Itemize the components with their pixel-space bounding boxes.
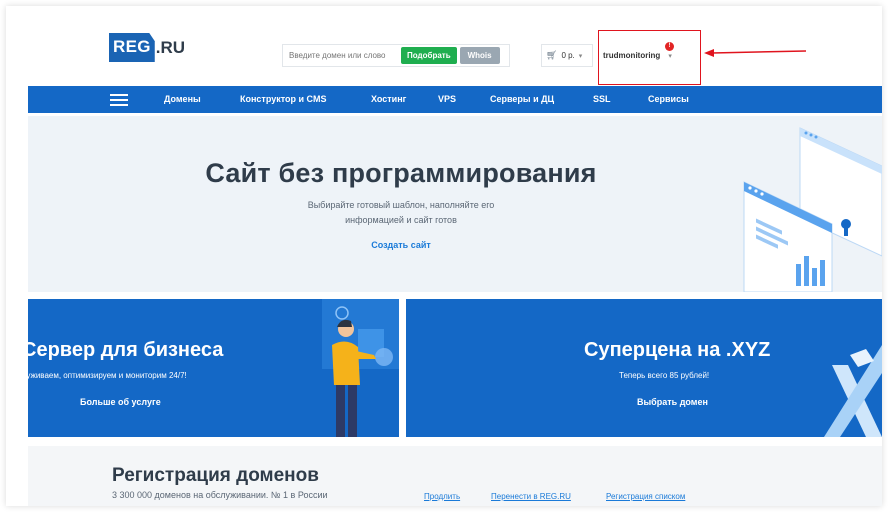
cart-icon: 🛒︎ [546,50,558,60]
businessman-illustration-icon [322,299,399,437]
choose-domain-link[interactable]: Выбрать домен [637,397,708,407]
reg-ru-logo[interactable]: REG .RU [109,33,185,62]
domain-search: Подобрать Whois [282,44,510,67]
hero-banner: Сайт без программирования Выбирайте гото… [28,116,882,292]
xyz-letter-icon [824,345,882,437]
promo-xyz-subtitle: Теперь всего 85 рублей! [619,371,710,380]
domain-section-title: Регистрация доменов [112,465,319,486]
whois-button[interactable]: Whois [459,47,500,64]
annotation-highlight-box [598,30,701,85]
website-illustration-icon [743,127,882,292]
menu-icon[interactable] [110,94,128,109]
nav-item-vps[interactable]: VPS [438,94,456,104]
bulk-register-link[interactable]: Регистрация списком [606,492,685,501]
pick-domain-button[interactable]: Подобрать [401,47,457,64]
nav-item-services[interactable]: Сервисы [648,94,689,104]
nav-item-ssl[interactable]: SSL [593,94,611,104]
hero-subtitle-line: Выбирайте готовый шаблон, наполняйте его [307,200,495,210]
balance-value: 0 р. [561,51,575,60]
annotation-arrow-icon [704,49,807,57]
nav-item-builder-cms[interactable]: Конструктор и CMS [240,94,327,104]
promo-server-link[interactable]: Больше об услуге [80,397,161,407]
renew-link[interactable]: Продлить [424,492,460,501]
promo-xyz-banner[interactable]: Суперцена на .XYZ Теперь всего 85 рублей… [406,299,882,437]
nav-item-hosting[interactable]: Хостинг [371,94,406,104]
logo-text: .RU [155,37,186,57]
nav-item-domains[interactable]: Домены [164,94,201,104]
transfer-link[interactable]: Перенести в REG.RU [491,492,571,501]
domain-search-input[interactable] [283,45,401,66]
nav-item-servers[interactable]: Серверы и ДЦ [490,94,554,104]
domain-section-subtitle: 3 300 000 доменов на обслуживании. № 1 в… [112,490,328,500]
create-site-link[interactable]: Создать сайт [28,240,774,250]
balance-dropdown[interactable]: 🛒︎ 0 р. ▾ [541,44,593,67]
promo-server-banner[interactable]: Сервер для бизнеса Обслуживаем, оптимизи… [28,299,399,437]
chevron-down-icon: ▾ [578,52,583,60]
promo-server-subtitle: Обслуживаем, оптимизируем и мониторим 24… [28,371,187,380]
logo-box: REG [109,33,155,62]
main-nav: Домены Конструктор и CMS Хостинг VPS Сер… [28,86,882,113]
domain-registration-section: Регистрация доменов 3 300 000 доменов на… [28,446,882,506]
promo-xyz-title: Суперцена на .XYZ [584,339,771,361]
hero-title: Сайт без программирования [205,158,597,188]
browser-page: REG .RU Подобрать Whois 🛒︎ 0 р. ▾ trudmo… [6,6,882,506]
promo-server-title: Сервер для бизнеса [28,339,224,361]
hero-subtitle-line: информацией и сайт готов [345,215,457,225]
hero-subtitle: Выбирайте готовый шаблон, наполняйте его… [28,198,774,228]
